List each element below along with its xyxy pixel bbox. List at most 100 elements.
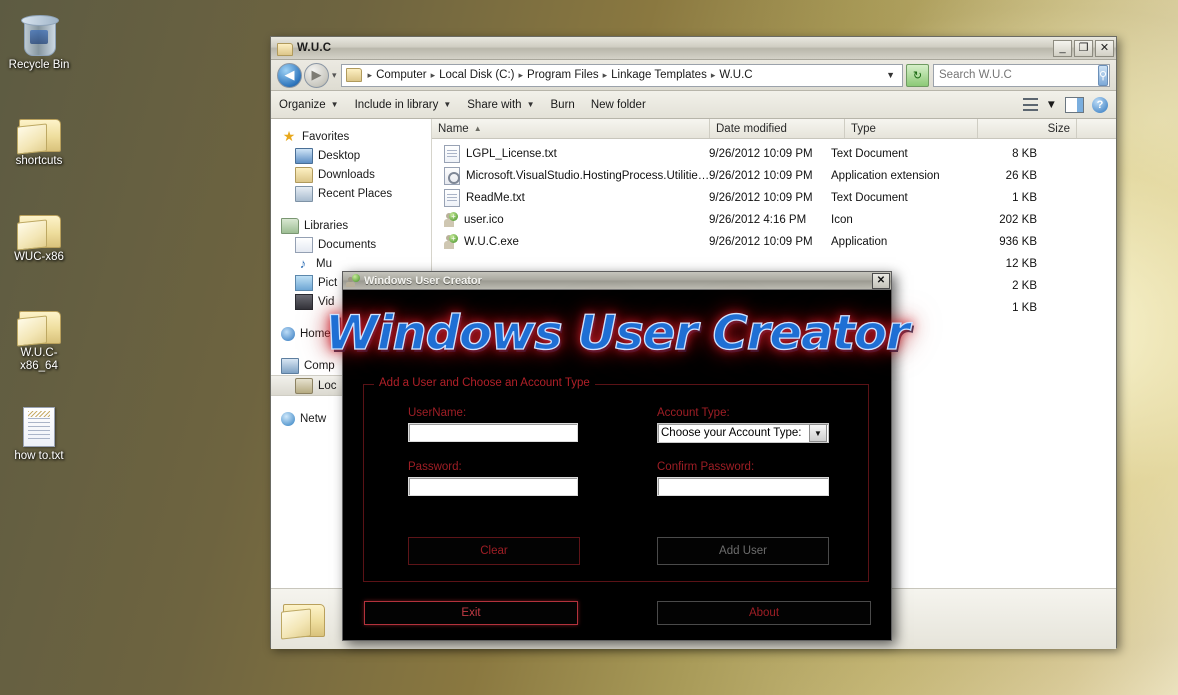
breadcrumb-item-linkage-templates[interactable]: Linkage Templates bbox=[610, 69, 708, 81]
desktop-icon-label: how to.txt bbox=[14, 450, 64, 462]
account-type-label: Account Type: bbox=[657, 407, 730, 419]
breadcrumb-item-program-files[interactable]: Program Files bbox=[526, 69, 600, 81]
toolbar-organize[interactable]: Organize ▼ bbox=[279, 99, 339, 111]
window-title: W.U.C bbox=[297, 42, 332, 54]
column-header-type[interactable]: Type bbox=[845, 119, 978, 138]
sidebar-item-label: Desktop bbox=[318, 149, 361, 162]
password-group: Password: bbox=[408, 461, 578, 496]
address-bar[interactable]: ▸ Computer ▸ Local Disk (C:) ▸ Program F… bbox=[340, 63, 903, 87]
toolbar-burn[interactable]: Burn bbox=[551, 99, 575, 111]
column-header-size[interactable]: Size bbox=[978, 119, 1077, 138]
file-type: Application extension bbox=[831, 170, 940, 182]
chevron-down-icon[interactable]: ▼ bbox=[1046, 99, 1057, 111]
file-size: 26 KB bbox=[1005, 170, 1037, 182]
toolbar-share-with[interactable]: Share with ▼ bbox=[467, 99, 534, 111]
refresh-button[interactable]: ↻ bbox=[906, 63, 929, 87]
breadcrumb-item-local-disk[interactable]: Local Disk (C:) bbox=[438, 69, 515, 81]
close-button[interactable]: ✕ bbox=[1095, 39, 1114, 57]
desktop-icon-how-to-txt[interactable]: how to.txt bbox=[0, 397, 78, 463]
sidebar-item-favorites[interactable]: ★ Favorites bbox=[271, 127, 431, 146]
back-button[interactable]: ◀ bbox=[277, 62, 302, 88]
address-dropdown-icon[interactable]: ▼ bbox=[881, 70, 900, 80]
desktop-icon-recycle-bin[interactable]: Recycle Bin bbox=[0, 6, 78, 72]
file-type: Text Document bbox=[831, 192, 908, 204]
username-label: UserName: bbox=[408, 407, 467, 419]
file-date: 9/26/2012 10:09 PM bbox=[709, 170, 813, 182]
search-icon[interactable]: ⚲ bbox=[1098, 64, 1109, 86]
sidebar-item-desktop[interactable]: Desktop bbox=[271, 146, 431, 165]
close-icon[interactable]: ✕ bbox=[872, 272, 890, 289]
column-header-blank[interactable] bbox=[1077, 119, 1116, 138]
desktop-icon-shortcuts[interactable]: shortcuts bbox=[0, 102, 78, 168]
recent-places-icon bbox=[295, 185, 313, 202]
desktop-icon-area: Recycle Bin shortcuts WUC-x86 W.U.C-x86_… bbox=[0, 0, 80, 477]
breadcrumb-separator: ▸ bbox=[430, 69, 436, 80]
account-type-select[interactable]: Choose your Account Type: ▼ bbox=[657, 423, 829, 443]
column-header-name[interactable]: Name ▲ bbox=[432, 119, 710, 138]
sidebar-item-label: Mu bbox=[316, 257, 332, 270]
breadcrumb-separator: ▸ bbox=[710, 69, 716, 80]
confirm-password-input-wrapper[interactable] bbox=[657, 477, 829, 496]
app-banner: Windows User Creator bbox=[325, 290, 910, 376]
breadcrumb-item-wuc[interactable]: W.U.C bbox=[718, 69, 753, 81]
maximize-button[interactable]: ❐ bbox=[1074, 39, 1093, 57]
column-header-date-modified[interactable]: Date modified bbox=[710, 119, 845, 138]
add-user-button[interactable]: Add User bbox=[657, 537, 829, 565]
table-row[interactable]: + user.ico 9/26/2012 4:16 PM Icon 202 KB bbox=[432, 209, 1116, 231]
table-row[interactable]: + W.U.C.exe 9/26/2012 10:09 PM Applicati… bbox=[432, 231, 1116, 253]
file-name-cell: + W.U.C.exe bbox=[432, 234, 709, 250]
file-type: Text Document bbox=[831, 148, 908, 160]
password-label: Password: bbox=[408, 461, 462, 473]
file-size: 2 KB bbox=[1012, 280, 1037, 292]
file-name: W.U.C.exe bbox=[464, 236, 519, 248]
breadcrumb-separator: ▸ bbox=[602, 69, 608, 80]
history-dropdown-icon[interactable]: ▾ bbox=[332, 70, 337, 81]
disk-icon bbox=[295, 377, 313, 394]
view-list-icon[interactable] bbox=[1022, 98, 1038, 111]
desktop-icon-wuc-x86[interactable]: WUC-x86 bbox=[0, 198, 78, 264]
toolbar-right-group: ▼ ? bbox=[1022, 96, 1108, 113]
chevron-down-icon[interactable]: ▼ bbox=[809, 424, 827, 442]
username-input-wrapper[interactable] bbox=[408, 423, 578, 442]
password-input-wrapper[interactable] bbox=[408, 477, 578, 496]
table-row[interactable]: Microsoft.VisualStudio.HostingProcess.Ut… bbox=[432, 165, 1116, 187]
sidebar-item-documents[interactable]: Documents bbox=[271, 235, 431, 254]
table-row[interactable]: ReadMe.txt 9/26/2012 10:09 PM Text Docum… bbox=[432, 187, 1116, 209]
username-input[interactable] bbox=[409, 424, 577, 441]
account-type-value: Choose your Account Type: bbox=[661, 427, 802, 439]
file-name-cell: ReadMe.txt bbox=[432, 189, 709, 207]
chevron-down-icon: ▼ bbox=[443, 100, 452, 109]
about-button[interactable]: About bbox=[657, 601, 871, 625]
search-input[interactable] bbox=[934, 69, 1098, 81]
breadcrumb-item-computer[interactable]: Computer bbox=[375, 69, 428, 81]
sidebar-item-libraries[interactable]: Libraries bbox=[271, 216, 431, 235]
file-name-cell: + user.ico bbox=[432, 212, 709, 228]
confirm-password-group: Confirm Password: bbox=[657, 461, 829, 496]
minimize-button[interactable]: _ bbox=[1053, 39, 1072, 57]
file-date: 9/26/2012 10:09 PM bbox=[709, 192, 813, 204]
downloads-icon bbox=[295, 166, 313, 183]
dialog-title: Windows User Creator bbox=[364, 274, 482, 287]
desktop-icon-wuc-x86-64[interactable]: W.U.C-x86_64 bbox=[0, 294, 78, 373]
breadcrumb-separator: ▸ bbox=[518, 69, 524, 80]
toolbar-new-folder[interactable]: New folder bbox=[591, 99, 646, 111]
exit-button[interactable]: Exit bbox=[364, 601, 578, 625]
text-file-icon bbox=[444, 145, 460, 163]
confirm-password-input[interactable] bbox=[658, 478, 828, 495]
desktop-icon-label: W.U.C-x86_64 bbox=[20, 347, 58, 372]
sidebar-item-recent-places[interactable]: Recent Places bbox=[271, 184, 431, 203]
forward-button[interactable]: ▶ bbox=[304, 62, 329, 88]
file-name: LGPL_License.txt bbox=[466, 148, 557, 160]
dll-file-icon bbox=[444, 167, 460, 185]
table-row[interactable]: LGPL_License.txt 9/26/2012 10:09 PM Text… bbox=[432, 143, 1116, 165]
help-icon[interactable]: ? bbox=[1092, 96, 1108, 113]
sidebar-item-label: Pict bbox=[318, 276, 338, 289]
search-box[interactable]: ⚲ bbox=[933, 63, 1110, 87]
sidebar-item-downloads[interactable]: Downloads bbox=[271, 165, 431, 184]
clear-button[interactable]: Clear bbox=[408, 537, 580, 565]
toolbar-include-in-library[interactable]: Include in library ▼ bbox=[355, 99, 452, 111]
sort-ascending-icon: ▲ bbox=[473, 124, 482, 133]
desktop-icon-label: WUC-x86 bbox=[14, 251, 64, 263]
password-input[interactable] bbox=[409, 478, 577, 495]
preview-pane-icon[interactable] bbox=[1065, 96, 1084, 113]
